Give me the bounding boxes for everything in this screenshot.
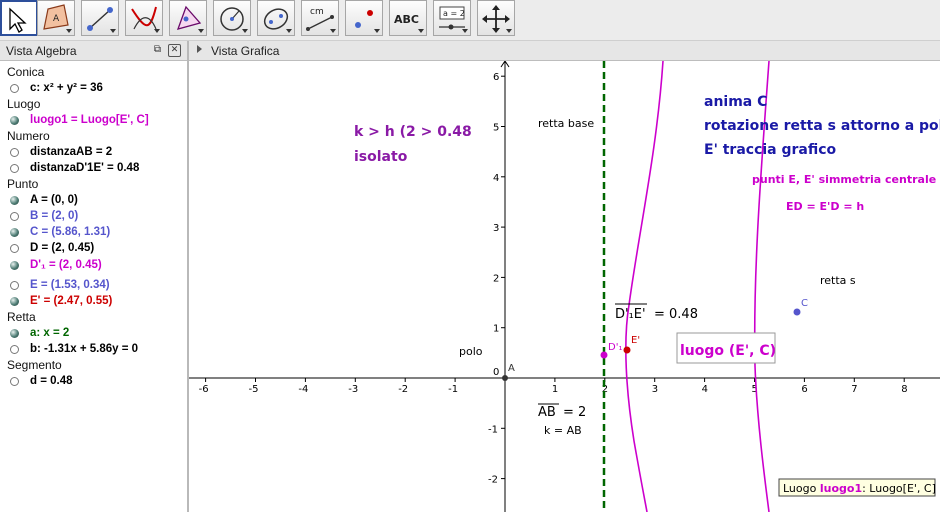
ellipse-tool-button[interactable] — [257, 0, 295, 36]
text-ab-value[interactable]: = 2 — [563, 405, 586, 420]
x-tick-label: 7 — [851, 384, 857, 395]
x-tick-label: -1 — [448, 384, 458, 395]
y-ticks: 6 5 4 3 2 1 -1 -2 — [488, 72, 505, 486]
visibility-toggle[interactable] — [10, 148, 19, 157]
locus-tool-button[interactable] — [125, 0, 163, 36]
text-traccia[interactable]: E' traccia grafico — [704, 142, 837, 158]
text-rotazione[interactable]: rotazione retta s attorno a polo — [704, 118, 940, 134]
text-polo[interactable]: polo — [459, 345, 483, 358]
visibility-toggle[interactable] — [10, 261, 19, 270]
svg-text:cm: cm — [310, 7, 324, 17]
category-luogo[interactable]: Luogo — [7, 97, 40, 111]
category-punto[interactable]: Punto — [7, 177, 38, 191]
polygon-tool-button[interactable]: A — [37, 0, 75, 36]
y-tick-label: 6 — [493, 72, 499, 83]
text-dist-value[interactable]: = 0.48 — [654, 307, 698, 322]
visibility-toggle[interactable] — [10, 116, 19, 125]
x-tick-label: -3 — [348, 384, 358, 395]
cursor-arrow-icon — [9, 7, 27, 33]
visibility-toggle[interactable] — [10, 212, 19, 221]
x-tick-label: -2 — [398, 384, 408, 395]
text-luogo-box: luogo (E', C) — [680, 343, 776, 359]
visibility-toggle[interactable] — [10, 164, 19, 173]
move-view-tool-button[interactable] — [477, 0, 515, 36]
visibility-toggle[interactable] — [10, 84, 19, 93]
toolbar: A cm ABC a = 2 — [0, 0, 940, 41]
locus-curve-left[interactable] — [625, 61, 664, 512]
text-tool-button[interactable]: ABC — [389, 0, 427, 36]
visibility-toggle[interactable] — [10, 329, 19, 338]
point-a[interactable] — [502, 375, 508, 381]
text-retta-base[interactable]: retta base — [538, 117, 594, 130]
category-retta[interactable]: Retta — [7, 310, 36, 324]
x-tick-label: -5 — [249, 384, 259, 395]
close-icon[interactable]: ✕ — [168, 44, 181, 57]
visibility-toggle[interactable] — [10, 377, 19, 386]
visibility-toggle[interactable] — [10, 297, 19, 306]
y-tick-label: 5 — [493, 123, 499, 134]
text-retta-s[interactable]: retta s — [820, 274, 856, 287]
category-segmento[interactable]: Segmento — [7, 358, 62, 372]
visibility-toggle[interactable] — [10, 196, 19, 205]
text-dist-label[interactable]: D'₁E' — [615, 307, 646, 322]
y-tick-label: 2 — [493, 273, 499, 284]
text-k-ab[interactable]: k = AB — [544, 424, 582, 437]
point-e-prime-label: E' — [631, 335, 640, 346]
graphics-canvas[interactable]: -6 -5 -4 -3 -2 -1 1 2 3 4 5 6 7 8 654321-1-2 0 A D'₁ … — [189, 61, 940, 512]
category-conica[interactable]: Conica — [7, 65, 44, 79]
move-tool-button[interactable] — [0, 0, 38, 36]
point-c-label: C — [801, 298, 808, 309]
algebra-view-header: Vista Algebra ⧉ ✕ — [0, 41, 187, 61]
y-tick-label: -1 — [488, 424, 498, 435]
x-tick-label: 1 — [552, 384, 558, 395]
x-tick-label: 6 — [801, 384, 807, 395]
y-tick-label: 3 — [493, 223, 499, 234]
x-tick-label: 3 — [652, 384, 658, 395]
visibility-toggle[interactable] — [10, 281, 19, 290]
y-tick-label: 4 — [493, 173, 499, 184]
x-tick-label: 4 — [702, 384, 708, 395]
point-tool-button[interactable] — [345, 0, 383, 36]
svg-text:A: A — [53, 14, 60, 24]
x-tick-label: -6 — [199, 384, 209, 395]
text-isolato[interactable]: isolato — [354, 149, 408, 165]
text-punti[interactable]: punti E, E' simmetria centrale D1 — [752, 173, 940, 186]
point-d1-label: D'₁ — [608, 342, 622, 353]
slider-tool-button[interactable]: a = 2 — [433, 0, 471, 36]
segment-tool-button[interactable] — [81, 0, 119, 36]
point-d1[interactable] — [600, 351, 608, 359]
x-tick-label: -4 — [298, 384, 308, 395]
y-tick-label: 1 — [493, 324, 499, 335]
text-k-gt-h[interactable]: k > h (2 > 0.48 — [354, 124, 472, 140]
collapse-arrow-icon[interactable] — [197, 45, 202, 53]
point-e-prime[interactable] — [623, 346, 631, 354]
point-a-label: A — [508, 363, 515, 374]
origin-label: 0 — [493, 367, 499, 378]
graphics-view-header: Vista Grafica — [189, 41, 940, 61]
svg-text:a = 2: a = 2 — [443, 9, 465, 18]
x-tick-label: 8 — [901, 384, 907, 395]
visibility-toggle[interactable] — [10, 345, 19, 354]
distance-tool-button[interactable]: cm — [301, 0, 339, 36]
visibility-toggle[interactable] — [10, 244, 19, 253]
algebra-view: Vista Algebra ⧉ ✕ Conica c: x² + y² = 36… — [0, 41, 189, 512]
text-ab-label[interactable]: AB — [538, 405, 556, 420]
y-tick-label: -2 — [488, 475, 498, 486]
circle-tool-button[interactable] — [213, 0, 251, 36]
text-ed-eq[interactable]: ED = E'D = h — [786, 200, 864, 213]
text-anima[interactable]: anima C — [704, 94, 767, 110]
tooltip-text: Luogo luogo1: Luogo[E', C] — [783, 482, 936, 495]
point-c[interactable] — [793, 308, 801, 316]
x-ticks: -6 -5 -4 -3 -2 -1 1 2 3 4 5 6 7 8 — [199, 378, 908, 395]
graphics-view-title: Vista Grafica — [211, 44, 280, 58]
visibility-toggle[interactable] — [10, 228, 19, 237]
graphics-view[interactable]: Vista Grafica -6 -5 -4 -3 -2 -1 1 2 3 4 5 6 7 8 6 5 4 3 2… — [189, 41, 940, 512]
category-numero[interactable]: Numero — [7, 129, 50, 143]
float-window-icon[interactable]: ⧉ — [152, 44, 163, 55]
triangle-tool-button[interactable] — [169, 0, 207, 36]
algebra-view-title: Vista Algebra — [6, 44, 77, 58]
svg-text:ABC: ABC — [394, 13, 419, 26]
